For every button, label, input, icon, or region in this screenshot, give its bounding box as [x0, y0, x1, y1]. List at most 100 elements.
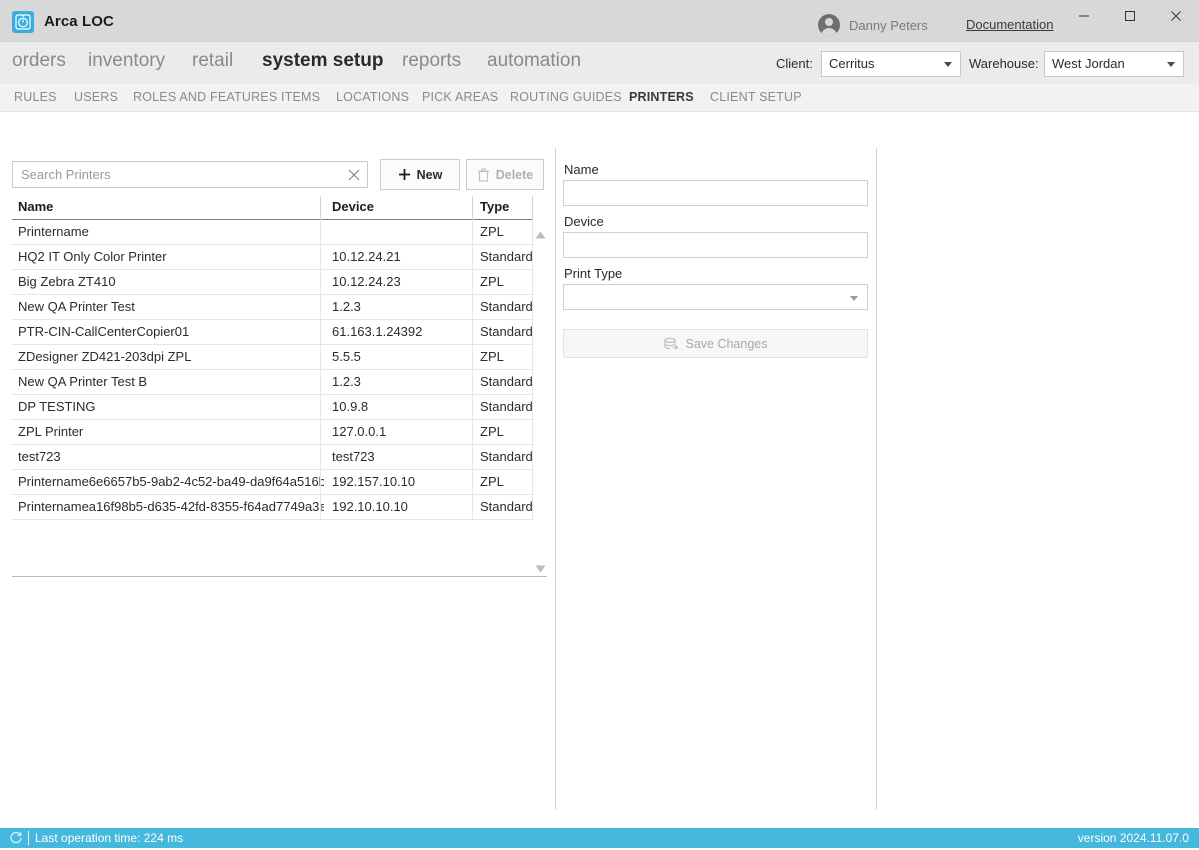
column-divider: [320, 196, 321, 220]
column-divider: [320, 445, 321, 470]
table-row[interactable]: PTR-CIN-CallCenterCopier01 61.163.1.24392…: [12, 320, 533, 345]
table-row[interactable]: HQ2 IT Only Color Printer 10.12.24.21 Stan…: [12, 245, 533, 270]
cell-type: ZPL: [480, 274, 504, 289]
search-field[interactable]: [12, 161, 368, 188]
cell-type: ZPL: [480, 424, 504, 439]
tab-items[interactable]: ITEMS: [281, 90, 320, 104]
table-row[interactable]: DP TESTING 10.9.8 Standard: [12, 395, 533, 420]
column-header-device[interactable]: Device: [332, 199, 374, 214]
table-header-row: Name Device Type: [12, 196, 533, 220]
cell-device: 192.157.10.10: [332, 474, 416, 489]
tab-routing-guides[interactable]: ROUTING GUIDES: [510, 90, 622, 104]
warehouse-select-value: West Jordan: [1052, 56, 1125, 71]
column-divider: [320, 345, 321, 370]
column-divider: [472, 196, 473, 220]
status-separator: [28, 831, 29, 845]
cell-device: 10.12.24.21: [332, 249, 401, 264]
nav-item-retail[interactable]: retail: [192, 50, 233, 72]
cell-device: 5.5.5: [332, 349, 361, 364]
table-scrollbar[interactable]: [533, 220, 547, 682]
table-row[interactable]: Printername6e6657b5-9ab2-4c52-ba49-da9f6…: [12, 470, 533, 495]
scroll-up-arrow-icon[interactable]: [535, 226, 546, 244]
print-type-select[interactable]: [563, 284, 868, 310]
avatar: [818, 14, 840, 36]
refresh-icon[interactable]: [9, 831, 23, 845]
cell-name: DP TESTING: [18, 399, 96, 414]
chevron-down-icon: [1167, 62, 1175, 67]
nav-item-system-setup[interactable]: system setup: [262, 50, 383, 72]
cell-type: Standard: [480, 324, 533, 339]
save-changes-label: Save Changes: [685, 336, 768, 351]
delete-button[interactable]: Delete: [466, 159, 544, 190]
column-divider: [472, 470, 473, 495]
new-button[interactable]: New: [380, 159, 460, 190]
client-select[interactable]: Cerritus: [821, 51, 961, 77]
name-input[interactable]: [563, 180, 868, 206]
client-select-value: Cerritus: [829, 56, 875, 71]
tab-printers[interactable]: PRINTERS: [629, 90, 694, 104]
nav-item-reports[interactable]: reports: [402, 50, 461, 72]
cell-device: 1.2.3: [332, 374, 361, 389]
table-row[interactable]: New QA Printer Test 1.2.3 Standard: [12, 295, 533, 320]
user-name: Danny Peters: [849, 18, 928, 33]
status-text: Last operation time: 224 ms: [35, 831, 184, 845]
column-divider: [320, 270, 321, 295]
column-divider: [472, 245, 473, 270]
tab-locations[interactable]: LOCATIONS: [336, 90, 409, 104]
cell-type: Standard: [480, 499, 533, 514]
cell-device: 61.163.1.24392: [332, 324, 423, 339]
clear-search-icon[interactable]: [345, 166, 363, 184]
column-divider: [320, 220, 321, 245]
nav-item-inventory[interactable]: inventory: [88, 50, 165, 72]
cell-device: 192.10.10.10: [332, 499, 408, 514]
documentation-link[interactable]: Documentation: [966, 17, 1053, 32]
nav-item-orders[interactable]: orders: [12, 50, 66, 72]
cell-name: Printername: [18, 224, 89, 239]
save-disk-icon: [664, 337, 679, 350]
column-divider: [472, 395, 473, 420]
search-input[interactable]: [13, 162, 343, 187]
column-divider: [320, 495, 321, 520]
warehouse-select[interactable]: West Jordan: [1044, 51, 1184, 77]
column-divider: [472, 370, 473, 395]
table-row[interactable]: Printername ZPL: [12, 220, 533, 245]
column-divider: [320, 245, 321, 270]
tab-pick-areas[interactable]: PICK AREAS: [422, 90, 498, 104]
close-button[interactable]: [1153, 0, 1199, 32]
tab-rules[interactable]: RULES: [14, 90, 57, 104]
minimize-button[interactable]: [1061, 0, 1107, 32]
close-icon: [1171, 11, 1181, 21]
cell-name: New QA Printer Test: [18, 299, 135, 314]
column-divider: [532, 196, 533, 220]
cell-type: Standard: [480, 449, 533, 464]
cell-type: ZPL: [480, 224, 504, 239]
device-input[interactable]: [563, 232, 868, 258]
column-divider: [472, 295, 473, 320]
print-type-label: Print Type: [564, 266, 623, 281]
table-row[interactable]: Big Zebra ZT410 10.12.24.23 ZPL: [12, 270, 533, 295]
column-divider: [320, 370, 321, 395]
column-divider: [472, 495, 473, 520]
tab-roles-and-features[interactable]: ROLES AND FEATURES: [133, 90, 277, 104]
tab-users[interactable]: USERS: [74, 90, 118, 104]
minimize-icon: [1079, 15, 1089, 17]
table-row[interactable]: test723 test723 Standard: [12, 445, 533, 470]
column-divider: [472, 420, 473, 445]
save-changes-button[interactable]: Save Changes: [563, 329, 868, 358]
table-row[interactable]: ZPL Printer 127.0.0.1 ZPL: [12, 420, 533, 445]
tab-client-setup[interactable]: CLIENT SETUP: [710, 90, 802, 104]
column-header-name[interactable]: Name: [18, 199, 53, 214]
table-row[interactable]: ZDesigner ZD421-203dpi ZPL 5.5.5 ZPL: [12, 345, 533, 370]
column-header-type[interactable]: Type: [480, 199, 509, 214]
stopwatch-icon: [12, 11, 34, 33]
cell-name: Big Zebra ZT410: [18, 274, 116, 289]
nav-item-automation[interactable]: automation: [487, 50, 581, 72]
cell-type: Standard: [480, 374, 533, 389]
panel-divider-right: [876, 148, 877, 810]
cell-type: ZPL: [480, 474, 504, 489]
maximize-button[interactable]: [1107, 0, 1153, 32]
cell-name: ZPL Printer: [18, 424, 84, 439]
cell-name: ZDesigner ZD421-203dpi ZPL: [18, 349, 192, 364]
table-row[interactable]: New QA Printer Test B 1.2.3 Standard: [12, 370, 533, 395]
table-row[interactable]: Printernamea16f98b5-d635-42fd-8355-f64ad…: [12, 495, 533, 520]
